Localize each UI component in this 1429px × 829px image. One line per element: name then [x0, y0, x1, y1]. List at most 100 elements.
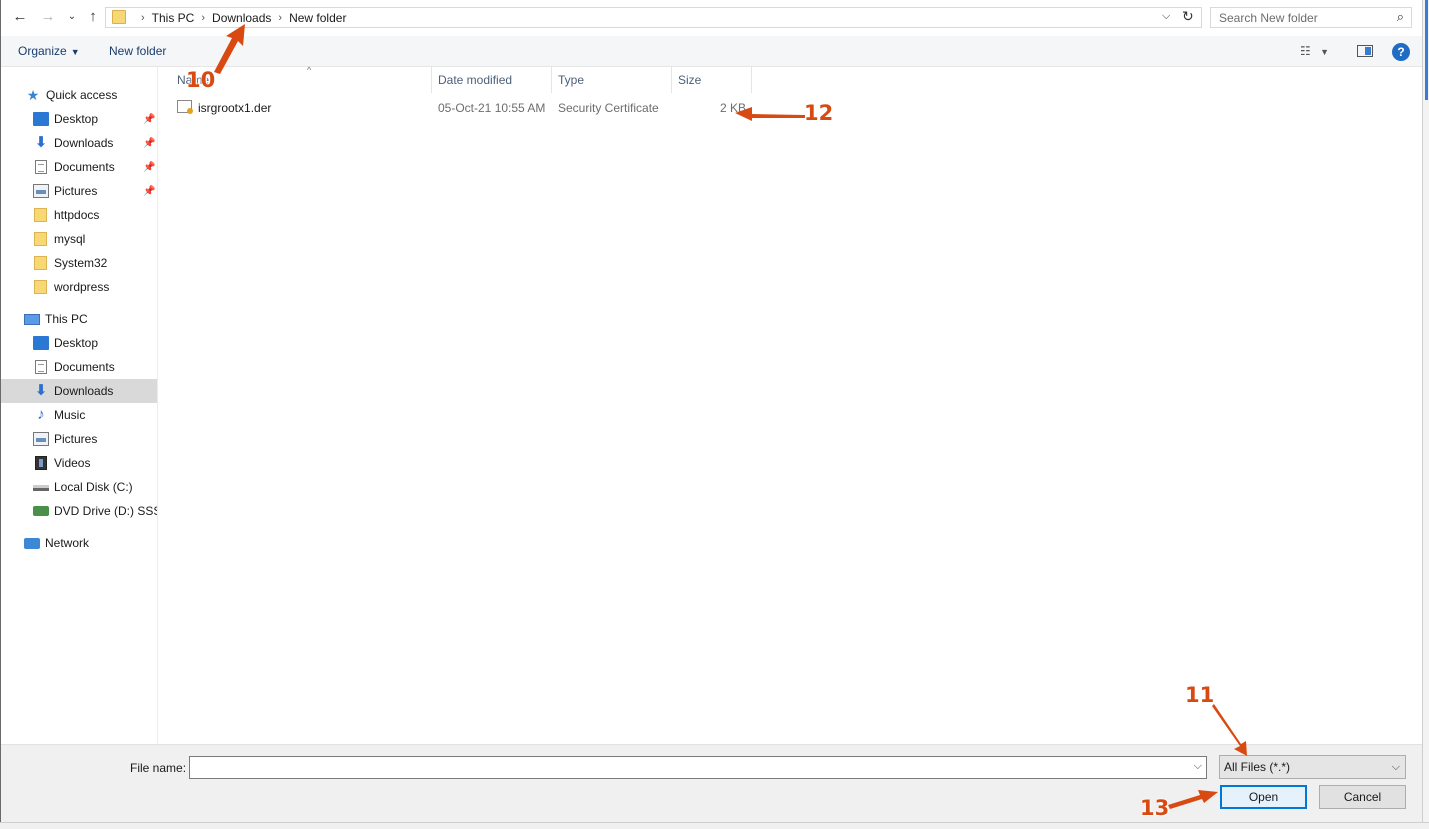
chevron-down-icon: ⌵	[1391, 761, 1400, 773]
sort-ascending-icon: ^	[307, 65, 312, 75]
file-type-value: All Files (*.*)	[1224, 760, 1291, 774]
file-name-label: File name:	[130, 761, 187, 775]
folder-icon	[34, 256, 47, 270]
forward-arrow-icon[interactable]: →	[39, 8, 57, 26]
nav-qa-mysql[interactable]: mysql	[1, 227, 157, 251]
cancel-button[interactable]: Cancel	[1319, 785, 1406, 809]
nav-label: Pictures	[54, 432, 98, 446]
file-type: Security Certificate	[558, 101, 659, 115]
change-view-icon[interactable]: ☷ ▼	[1300, 44, 1329, 58]
nav-label: Desktop	[54, 112, 99, 126]
folder-icon	[34, 232, 47, 246]
nav-pc-documents[interactable]: Documents	[1, 355, 157, 379]
scroll-indicator	[1425, 0, 1428, 100]
breadcrumb-new-folder[interactable]: New folder	[289, 11, 346, 25]
search-icon[interactable]: ⌕	[1397, 9, 1404, 25]
search-input[interactable]	[1211, 8, 1381, 27]
navigation-pane: ★ Quick access Desktop 📌 ⬇ Downloads 📌 D…	[1, 67, 158, 744]
folder-icon	[34, 280, 47, 294]
chevron-down-icon[interactable]: ⌵	[1162, 10, 1170, 23]
annotation-label-11: 11	[1185, 683, 1215, 707]
nav-network[interactable]: Network	[1, 531, 157, 555]
music-icon: ♪	[37, 406, 45, 423]
nav-pc-dvd-drive[interactable]: DVD Drive (D:) SSS_X	[1, 499, 157, 523]
folder-icon	[112, 10, 126, 24]
recent-locations-chevron-icon[interactable]: ⌄	[63, 8, 81, 26]
pin-icon: 📌	[143, 161, 156, 173]
chevron-down-icon[interactable]: ⌵	[1194, 760, 1202, 773]
nav-qa-pictures[interactable]: Pictures 📌	[1, 179, 157, 203]
preview-pane-icon[interactable]	[1357, 45, 1373, 57]
pictures-icon	[33, 432, 49, 446]
file-size: 2 KB	[720, 101, 747, 115]
nav-qa-downloads[interactable]: ⬇ Downloads 📌	[1, 131, 157, 155]
nav-label: Videos	[54, 456, 91, 470]
local-disk-icon	[33, 483, 49, 491]
nav-qa-system32[interactable]: System32	[1, 251, 157, 275]
command-bar: Organize ▼ New folder ☷ ▼ ?	[1, 36, 1422, 67]
nav-label: Desktop	[54, 336, 99, 350]
videos-icon	[35, 456, 47, 470]
nav-label: httpdocs	[54, 208, 100, 222]
breadcrumb-this-pc[interactable]: This PC	[152, 11, 195, 25]
new-folder-button[interactable]: New folder	[109, 44, 166, 58]
pin-icon: 📌	[143, 185, 156, 197]
nav-qa-httpdocs[interactable]: httpdocs	[1, 203, 157, 227]
window-bottom-border	[0, 822, 1429, 829]
back-arrow-icon[interactable]: ←	[11, 8, 29, 26]
nav-label: Pictures	[54, 184, 98, 198]
nav-pc-downloads[interactable]: ⬇ Downloads	[1, 379, 157, 403]
nav-label: Downloads	[54, 384, 114, 398]
nav-pc-desktop[interactable]: Desktop	[1, 331, 157, 355]
chevron-right-icon: ›	[278, 12, 283, 24]
nav-pc-pictures[interactable]: Pictures	[1, 427, 157, 451]
nav-pc-music[interactable]: ♪ Music	[1, 403, 157, 427]
up-arrow-icon[interactable]: ↑	[84, 8, 102, 26]
file-row[interactable]: isrgrootx1.der 05-Oct-21 10:55 AM Securi…	[176, 98, 756, 118]
breadcrumb-downloads[interactable]: Downloads	[212, 11, 271, 25]
nav-this-pc[interactable]: This PC	[1, 307, 157, 331]
annotation-label-12: 12	[804, 101, 834, 125]
nav-qa-desktop[interactable]: Desktop 📌	[1, 107, 157, 131]
file-list: Name ^ Date modified Type Size isrgrootx…	[159, 65, 1422, 744]
file-type-select[interactable]: All Files (*.*) ⌵	[1219, 755, 1406, 779]
address-bar[interactable]: › This PC › Downloads › New folder ⌵ ↻	[105, 7, 1202, 28]
nav-label: Network	[45, 536, 90, 550]
organize-button[interactable]: Organize ▼	[18, 44, 80, 58]
window-right-border	[1422, 0, 1429, 829]
column-header-size[interactable]: Size	[672, 67, 752, 93]
nav-label: wordpress	[54, 280, 110, 294]
downloads-icon: ⬇	[34, 134, 48, 151]
nav-label: DVD Drive (D:) SSS_X	[54, 504, 157, 518]
organize-label: Organize	[18, 44, 67, 58]
nav-label: mysql	[54, 232, 86, 246]
annotation-label-10: 10	[186, 68, 216, 92]
desktop-icon	[33, 336, 49, 350]
nav-pc-videos[interactable]: Videos	[1, 451, 157, 475]
search-box[interactable]: ⌕	[1210, 7, 1412, 28]
nav-label: This PC	[45, 312, 88, 326]
chevron-right-icon: ›	[141, 12, 145, 24]
folder-icon	[34, 208, 47, 222]
file-name-input[interactable]	[190, 757, 1180, 778]
file-name-combo[interactable]: ⌵	[189, 756, 1207, 779]
nav-qa-documents[interactable]: Documents 📌	[1, 155, 157, 179]
refresh-icon[interactable]: ↻	[1182, 8, 1194, 25]
pin-icon: 📌	[143, 137, 156, 149]
column-header-date-modified[interactable]: Date modified	[432, 67, 552, 93]
desktop-icon	[33, 112, 49, 126]
pin-icon: 📌	[143, 113, 156, 125]
nav-label: Local Disk (C:)	[54, 480, 133, 494]
open-button[interactable]: Open	[1220, 785, 1307, 809]
nav-qa-wordpress[interactable]: wordpress	[1, 275, 157, 299]
help-icon[interactable]: ?	[1392, 43, 1410, 61]
caret-down-icon: ▼	[70, 47, 80, 57]
nav-label: Documents	[54, 160, 115, 174]
nav-label: Quick access	[46, 88, 118, 102]
star-icon: ★	[26, 87, 40, 103]
column-header-type[interactable]: Type	[552, 67, 672, 93]
nav-quick-access[interactable]: ★ Quick access	[1, 83, 157, 107]
annotation-label-13: 13	[1140, 796, 1170, 820]
nav-pc-local-disk[interactable]: Local Disk (C:)	[1, 475, 157, 499]
dvd-drive-icon	[33, 506, 49, 516]
